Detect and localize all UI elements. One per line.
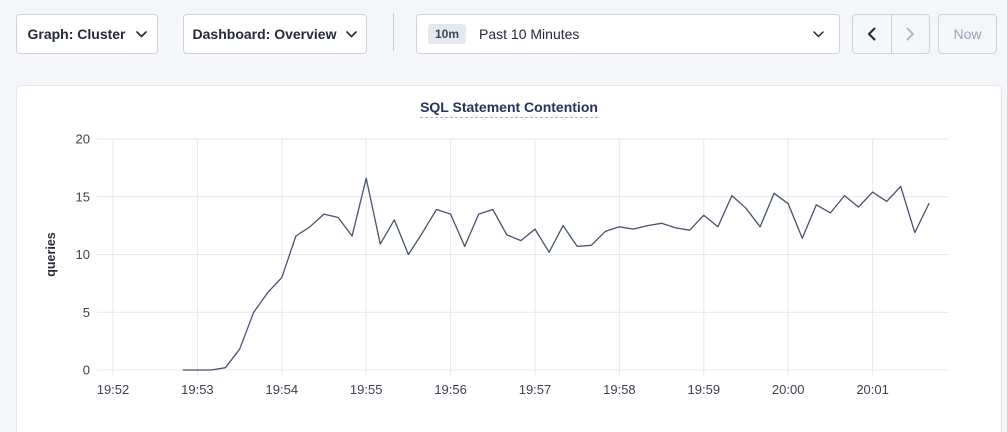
svg-text:19:56: 19:56: [434, 382, 467, 397]
dashboard-dropdown-label: Dashboard: Overview: [193, 26, 337, 42]
chevron-down-icon: [346, 31, 357, 38]
svg-text:queries: queries: [44, 232, 58, 277]
time-window-badge: 10m: [428, 24, 466, 44]
dashboard-dropdown[interactable]: Dashboard: Overview: [183, 14, 367, 54]
svg-text:19:53: 19:53: [181, 382, 214, 397]
metrics-dashboard-page: { "toolbar": { "graph_dropdown_label": "…: [0, 0, 1007, 432]
svg-text:20:01: 20:01: [856, 382, 889, 397]
svg-text:19:54: 19:54: [266, 382, 299, 397]
svg-text:5: 5: [83, 305, 90, 320]
previous-time-window-button[interactable]: [853, 15, 891, 53]
chevron-left-icon: [867, 27, 876, 41]
svg-text:19:58: 19:58: [603, 382, 636, 397]
svg-text:15: 15: [76, 189, 90, 204]
svg-text:19:57: 19:57: [519, 382, 552, 397]
graph-dropdown-label: Graph: Cluster: [27, 26, 125, 42]
now-button[interactable]: Now: [938, 14, 997, 54]
svg-text:0: 0: [83, 363, 90, 378]
graph-dropdown[interactable]: Graph: Cluster: [16, 14, 158, 54]
sql-statement-contention-card: SQL Statement Contention 0510152019:5219…: [16, 85, 1002, 432]
svg-text:20: 20: [76, 132, 90, 147]
svg-text:20:00: 20:00: [772, 382, 805, 397]
now-button-label: Now: [953, 26, 981, 42]
svg-text:19:52: 19:52: [97, 382, 130, 397]
svg-text:10: 10: [76, 247, 90, 262]
time-shift-button-group: [852, 14, 930, 54]
contention-chart[interactable]: 0 5 10 15 20 19:52 19:53 19:54 19:55 19:56 19:57 19…: [17, 86, 1003, 432]
time-range-picker[interactable]: 10m Past 10 Minutes: [416, 14, 840, 54]
next-time-window-button[interactable]: [891, 15, 930, 53]
time-window-label: Past 10 Minutes: [479, 26, 813, 42]
chevron-right-icon: [906, 27, 915, 41]
toolbar-divider: [393, 13, 394, 51]
chevron-down-icon: [813, 31, 824, 38]
svg-text:19:59: 19:59: [688, 382, 721, 397]
chevron-down-icon: [136, 31, 147, 38]
svg-text:19:55: 19:55: [350, 382, 383, 397]
